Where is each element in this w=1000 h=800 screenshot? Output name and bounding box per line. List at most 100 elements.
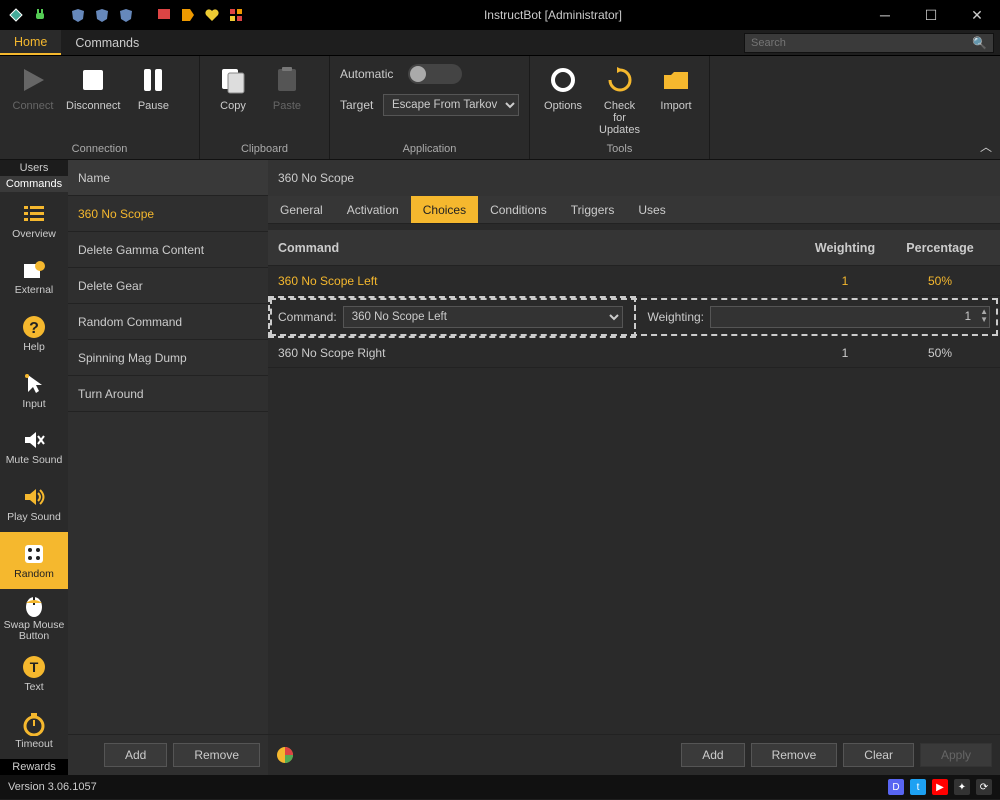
folder-icon: [660, 64, 692, 96]
search-box[interactable]: 🔍: [744, 33, 994, 53]
cmdlist-add-button[interactable]: Add: [104, 743, 167, 767]
search-input[interactable]: [751, 37, 972, 49]
sidebar: Users Commands Overview External ? Help …: [0, 160, 68, 775]
sidebar-item-mutesound[interactable]: Mute Sound: [0, 419, 68, 476]
menu-bar: Home Commands 🔍: [0, 30, 1000, 56]
tag-icon[interactable]: [180, 7, 196, 23]
ribbon-caption: Tools: [536, 141, 703, 159]
sidebar-label: Text: [24, 682, 43, 694]
ribbon: Connect Disconnect Pause Connection Copy…: [0, 56, 1000, 160]
spin-down-icon[interactable]: ▼: [980, 316, 988, 324]
detail-tab-choices[interactable]: Choices: [411, 196, 478, 223]
copy-icon: [217, 64, 249, 96]
grid-row[interactable]: 360 No Scope Right 1 50%: [268, 338, 1000, 368]
paste-label: Paste: [273, 100, 301, 112]
cell-command: 360 No Scope Left: [278, 274, 800, 288]
import-button[interactable]: Import: [649, 60, 703, 116]
check-updates-button[interactable]: Check for Updates: [590, 60, 649, 140]
command-list-item[interactable]: 360 No Scope: [68, 196, 268, 232]
mute-icon: [21, 427, 47, 453]
target-select[interactable]: Escape From Tarkov: [383, 94, 519, 116]
youtube-icon[interactable]: ▶: [932, 779, 948, 795]
detail-remove-button[interactable]: Remove: [751, 743, 838, 767]
detail-title: 360 No Scope: [268, 160, 1000, 196]
text-icon: T: [21, 654, 47, 680]
close-button[interactable]: ✕: [954, 0, 1000, 30]
check-updates-label: Check for Updates: [596, 100, 643, 136]
command-list-item[interactable]: Turn Around: [68, 376, 268, 412]
pause-label: Pause: [138, 100, 169, 112]
sidebar-item-swapmouse[interactable]: Swap Mouse Button: [0, 589, 68, 646]
detail-tab-conditions[interactable]: Conditions: [478, 196, 559, 223]
cmdlist-remove-button[interactable]: Remove: [173, 743, 260, 767]
social-icons: D t ▶ ✦ ⟳: [888, 779, 992, 795]
detail-clear-button[interactable]: Clear: [843, 743, 914, 767]
misc-icon[interactable]: ⟳: [976, 779, 992, 795]
external-icon: [21, 257, 47, 283]
command-list-item[interactable]: Delete Gear: [68, 268, 268, 304]
command-list-item[interactable]: Spinning Mag Dump: [68, 340, 268, 376]
svg-text:?: ?: [29, 320, 39, 337]
options-button[interactable]: Options: [536, 60, 590, 116]
heart-icon[interactable]: [204, 7, 220, 23]
col-weight: Weighting: [800, 241, 890, 255]
sidebar-category-users[interactable]: Users: [0, 160, 68, 176]
minimize-button[interactable]: ─: [862, 0, 908, 30]
detail-tab-triggers[interactable]: Triggers: [559, 196, 627, 223]
sidebar-item-input[interactable]: Input: [0, 362, 68, 419]
grid-icon[interactable]: [228, 7, 244, 23]
sidebar-category-commands[interactable]: Commands: [0, 176, 68, 192]
sidebar-label: Play Sound: [7, 512, 61, 524]
command-list-item[interactable]: Random Command: [68, 304, 268, 340]
shield-icon[interactable]: [118, 7, 134, 23]
misc-icon[interactable]: ✦: [954, 779, 970, 795]
connect-button[interactable]: Connect: [6, 60, 60, 116]
sidebar-item-help[interactable]: ? Help: [0, 305, 68, 362]
pause-button[interactable]: Pause: [126, 60, 180, 116]
shield-icon[interactable]: [70, 7, 86, 23]
body-area: Users Commands Overview External ? Help …: [0, 160, 1000, 775]
editor-weight-input[interactable]: [710, 306, 990, 328]
copy-button[interactable]: Copy: [206, 60, 260, 116]
detail-tab-uses[interactable]: Uses: [626, 196, 677, 223]
shield-icon[interactable]: [94, 7, 110, 23]
detail-apply-button[interactable]: Apply: [920, 743, 992, 767]
discord-icon[interactable]: D: [888, 779, 904, 795]
sidebar-item-playsound[interactable]: Play Sound: [0, 476, 68, 533]
twitter-icon[interactable]: t: [910, 779, 926, 795]
flag-icon[interactable]: [156, 7, 172, 23]
titlebar: InstructBot [Administrator] ─ ☐ ✕: [0, 0, 1000, 30]
list-icon: [21, 201, 47, 227]
plug-icon[interactable]: [32, 7, 48, 23]
detail-tab-general[interactable]: General: [268, 196, 335, 223]
disconnect-button[interactable]: Disconnect: [60, 60, 126, 116]
mouse-icon: [21, 592, 47, 618]
cursor-icon: [21, 371, 47, 397]
col-command: Command: [278, 241, 339, 255]
editor-weight-spinner[interactable]: ▲▼: [710, 306, 990, 328]
menu-tab-home[interactable]: Home: [0, 30, 61, 55]
detail-tab-activation[interactable]: Activation: [335, 196, 411, 223]
search-icon[interactable]: 🔍: [972, 36, 987, 50]
paste-button[interactable]: Paste: [260, 60, 314, 116]
editor-command-select[interactable]: 360 No Scope Left: [343, 306, 623, 328]
sidebar-item-timeout[interactable]: Timeout: [0, 702, 68, 759]
sidebar-category-rewards[interactable]: Rewards: [0, 759, 68, 775]
pie-chart-icon[interactable]: [276, 746, 294, 764]
ribbon-group-tools: Options Check for Updates Import Tools: [530, 56, 710, 159]
collapse-ribbon-button[interactable]: ︿: [980, 138, 992, 155]
paste-icon: [271, 64, 303, 96]
cell-weight: 1: [800, 346, 890, 360]
sound-icon: [21, 484, 47, 510]
menu-tab-commands[interactable]: Commands: [61, 30, 153, 55]
gear-icon: [547, 64, 579, 96]
maximize-button[interactable]: ☐: [908, 0, 954, 30]
sidebar-item-external[interactable]: External: [0, 249, 68, 306]
sidebar-item-random[interactable]: Random: [0, 532, 68, 589]
sidebar-item-text[interactable]: T Text: [0, 646, 68, 703]
grid-row[interactable]: 360 No Scope Left 1 50%: [268, 266, 1000, 296]
command-list-item[interactable]: Delete Gamma Content: [68, 232, 268, 268]
sidebar-item-overview[interactable]: Overview: [0, 192, 68, 249]
detail-add-button[interactable]: Add: [681, 743, 744, 767]
automatic-toggle[interactable]: [408, 64, 462, 84]
